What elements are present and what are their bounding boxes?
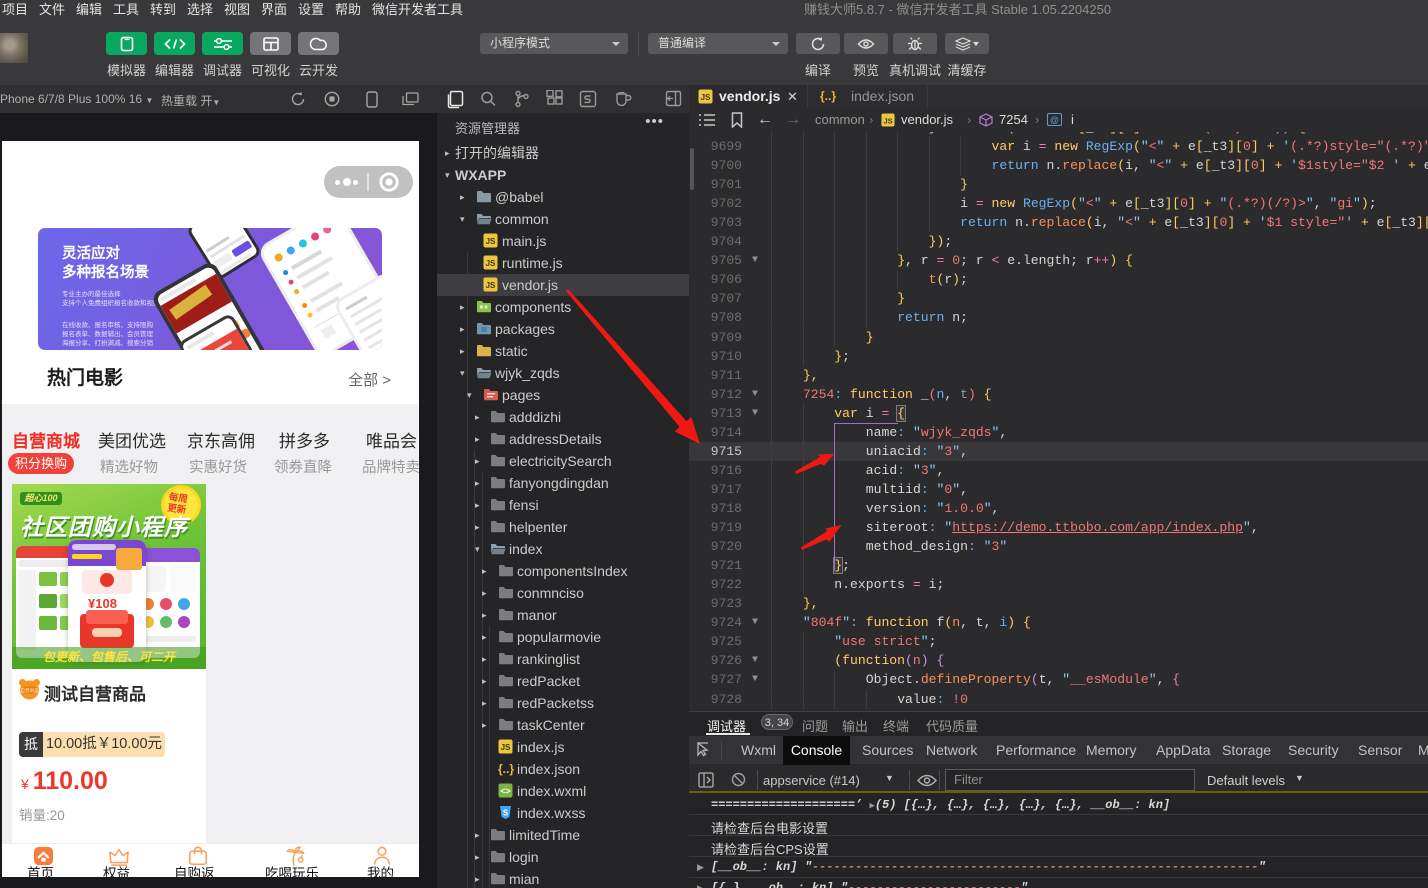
svg-text:自营商品: 自营商品 [21,687,39,694]
svg-text:{..}: {..} [498,762,514,776]
svg-text:JS: JS [486,259,496,268]
svg-text:JS: JS [486,237,496,246]
svg-text:JS: JS [486,281,496,290]
svg-text:JS: JS [501,743,511,752]
svg-text:<>: <> [500,786,511,796]
svg-text:S: S [503,809,509,818]
svg-text:JS: JS [883,116,892,125]
svg-text:JS: JS [701,93,711,102]
